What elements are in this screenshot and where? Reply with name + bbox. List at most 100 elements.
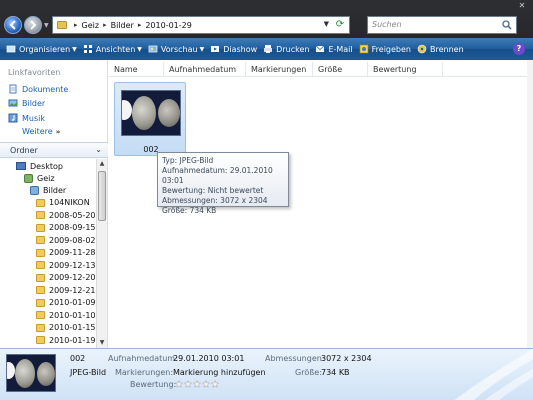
breadcrumb-separator-icon[interactable]: ▸ (74, 21, 78, 29)
favorite-link-music[interactable]: Musik (8, 113, 45, 123)
refresh-icon[interactable]: ⟳ (334, 19, 346, 31)
tree-item-folder[interactable]: 2009-12-21 (36, 284, 96, 296)
chevron-down-icon: ⌄ (95, 145, 102, 154)
views-button[interactable]: Ansichten ▼ (83, 44, 142, 54)
help-button[interactable]: ? (513, 43, 525, 55)
folders-header[interactable]: Ordner ⌄ (0, 142, 108, 158)
share-icon (359, 44, 368, 54)
favorite-link-documents[interactable]: Dokumente (8, 84, 68, 94)
favorites-title: Linkfavoriten (8, 68, 61, 77)
printer-icon (264, 45, 273, 53)
file-info-tooltip: Typ: JPEG-Bild Aufnahmedatum: 29.01.2010… (157, 152, 289, 215)
tree-label: Geiz (37, 173, 55, 183)
rating-stars[interactable] (172, 379, 219, 388)
star-empty-icon[interactable] (184, 379, 192, 388)
breadcrumb-separator-icon[interactable]: ▸ (138, 21, 142, 29)
scroll-down-icon[interactable]: ▼ (97, 338, 107, 348)
details-file-name: 002 (70, 354, 86, 363)
star-empty-icon[interactable] (175, 379, 183, 388)
window-edge (527, 60, 533, 348)
tree-item-folder[interactable]: 2008-09-15 (36, 222, 96, 234)
address-field[interactable]: ▸ Geiz ▸ Bilder ▸ 2010-01-29 ▼ ⟳ (52, 16, 350, 34)
tree-item-folder[interactable]: 2010-01-15 (36, 322, 96, 334)
column-header-rating[interactable]: Bewertung (368, 62, 443, 77)
details-file-type: JPEG-Bild (70, 368, 107, 377)
tree-label: 2009-08-02 (49, 235, 96, 245)
tree-label: 2010-01-09 (49, 298, 96, 307)
tree-item-folder[interactable]: 2008-05-20 (36, 209, 96, 221)
slideshow-button[interactable]: Diashow (210, 44, 257, 54)
tree-item-folder[interactable]: 2009-12-20 (36, 272, 96, 284)
search-input[interactable]: Suchen (367, 16, 517, 34)
tree-item-folder[interactable]: 2010-01-19 (36, 334, 96, 346)
tree-item-folder[interactable]: 2009-11-28 (36, 247, 96, 259)
scrollbar-thumb[interactable] (98, 171, 106, 221)
folder-icon (36, 236, 45, 244)
slideshow-icon (211, 46, 220, 52)
scroll-up-icon[interactable]: ▲ (97, 159, 107, 169)
tooltip-size: Größe: 734 KB (162, 206, 217, 215)
breadcrumb-current[interactable]: 2010-01-29 (145, 21, 192, 30)
more-favorites-link[interactable]: Weitere» (22, 127, 60, 136)
breadcrumb-separator-icon[interactable]: ▸ (103, 21, 107, 29)
star-empty-icon[interactable] (202, 379, 210, 388)
breadcrumb-geiz[interactable]: Geiz (82, 21, 100, 30)
tree-label: 2008-09-15 (49, 223, 96, 232)
tree-label: 2010-01-19 (49, 335, 96, 345)
file-item-selected[interactable]: 002 (114, 82, 186, 156)
folder-tree: Desktop Geiz Bilder 104NIKON 2008-05-20 … (0, 159, 96, 348)
column-header-tags[interactable]: Markierungen (246, 62, 313, 77)
arrow-right-icon (30, 20, 37, 30)
organize-button[interactable]: Organisieren ▼ (6, 44, 77, 54)
tree-item-desktop[interactable]: Desktop (16, 160, 63, 172)
star-empty-icon[interactable] (211, 379, 219, 388)
details-date-label: Aufnahmedatum: (108, 354, 178, 363)
recent-pages-dropdown-icon[interactable]: ▼ (44, 22, 50, 29)
decorative-swoosh (454, 349, 533, 400)
tree-item-folder[interactable]: 2010-01-09 (36, 297, 96, 309)
email-icon (316, 45, 325, 52)
file-list-pane: Name Aufnahmedatum Markierungen Größe Be… (109, 60, 533, 348)
address-dropdown-icon[interactable]: ▼ (324, 20, 329, 28)
tree-item-folder[interactable]: 2010-01-10 (36, 309, 96, 321)
music-icon (8, 113, 18, 123)
folder-icon (36, 286, 45, 294)
pictures-icon (8, 99, 18, 107)
back-button[interactable] (4, 16, 22, 34)
folder-icon (36, 248, 45, 257)
tree-label: 2009-12-13 (49, 260, 96, 270)
search-icon[interactable] (502, 20, 512, 30)
details-dimensions-label: Abmessungen: (265, 354, 325, 363)
forward-button[interactable] (24, 16, 42, 34)
column-header-size[interactable]: Größe (313, 62, 368, 77)
column-header-date[interactable]: Aufnahmedatum (164, 62, 246, 77)
favorite-link-pictures[interactable]: Bilder (8, 98, 45, 108)
burn-label: Brennen (430, 44, 464, 54)
details-dimensions-value: 3072 x 2304 (321, 354, 372, 363)
details-tags-value[interactable]: Markierung hinzufügen (173, 368, 266, 377)
tree-label: 2009-11-28 (49, 248, 96, 257)
email-button[interactable]: E-Mail (315, 44, 353, 54)
tree-label: 2009-12-20 (49, 273, 96, 282)
folder-tree-scrollbar[interactable]: ▲ ▼ (96, 159, 107, 348)
organize-label: Organisieren (19, 44, 71, 54)
desktop-icon (16, 162, 26, 170)
close-window-icon[interactable]: ✕ (515, 1, 529, 11)
preview-button[interactable]: Vorschau ▼ (148, 44, 204, 54)
print-button[interactable]: Drucken (263, 44, 309, 54)
folder-icon (57, 21, 67, 29)
star-empty-icon[interactable] (193, 379, 201, 388)
details-thumbnail (6, 354, 56, 392)
tree-item-folder[interactable]: 104NIKON (36, 197, 90, 209)
breadcrumb-bilder[interactable]: Bilder (111, 21, 134, 30)
tree-item-folder[interactable]: 2009-08-02 (36, 234, 96, 246)
tree-item-bilder[interactable]: Bilder (30, 184, 66, 196)
details-date-value[interactable]: 29.01.2010 03:01 (173, 354, 244, 363)
tree-item-folder[interactable]: 2009-12-13 (36, 259, 96, 271)
burn-button[interactable]: Brennen (417, 44, 464, 54)
tree-item-geiz[interactable]: Geiz (24, 172, 55, 184)
details-rating-label: Bewertung: (130, 380, 177, 389)
column-header-name[interactable]: Name (109, 62, 164, 77)
disc-burn-icon (417, 44, 427, 54)
share-button[interactable]: Freigeben (359, 44, 411, 54)
